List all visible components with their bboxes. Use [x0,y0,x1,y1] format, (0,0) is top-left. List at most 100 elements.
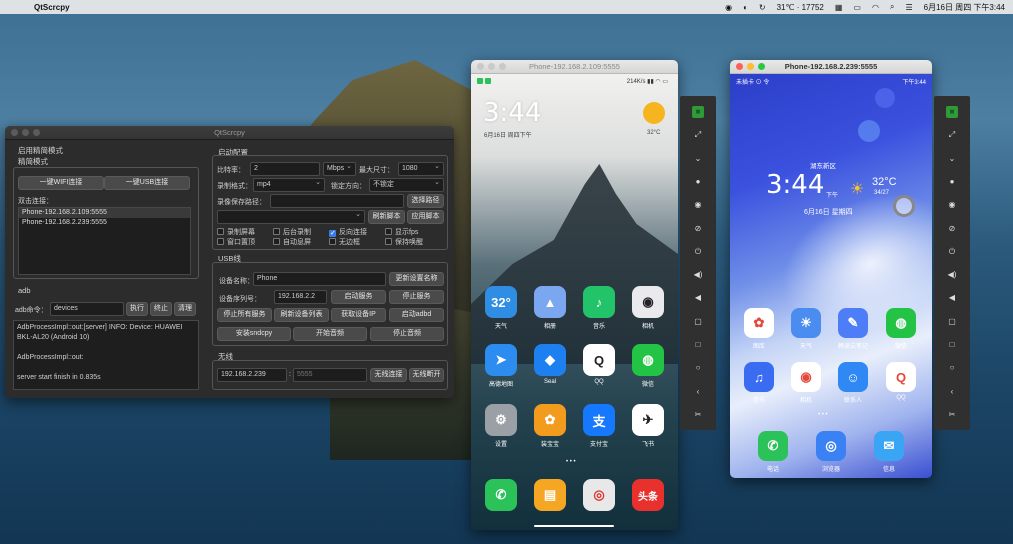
back-square-icon[interactable]: □ [692,339,704,351]
recent-apps-icon[interactable]: ▢ [692,316,704,328]
expand-icon[interactable]: ⌄ [692,153,704,165]
wireless-disconnect-button[interactable]: 无线断开 [409,368,444,382]
record-path-input[interactable] [270,194,404,208]
app-icon[interactable]: ◉ [791,362,821,392]
screenshot-icon[interactable]: ✂ [946,409,958,421]
record-icon[interactable]: ● [692,176,704,188]
qtscrcpy-titlebar[interactable]: QtScrcpy [5,126,454,140]
clear-button[interactable]: 清理 [174,302,196,316]
dock-app-icon[interactable]: ▤ [534,479,566,511]
app-icon[interactable]: ♪ [583,286,615,318]
cpu-status[interactable]: 31℃ · 17752 [777,3,824,12]
script-select[interactable] [217,210,365,224]
cat-icon[interactable]: ◐ [743,3,748,12]
get-device-ip-button[interactable]: 获取设备IP [331,308,386,322]
eye-icon[interactable]: ◉ [692,199,704,211]
app-icon[interactable]: ◆ [534,344,566,376]
back-square-icon[interactable]: □ [946,339,958,351]
app-icon[interactable]: ♫ [744,362,774,392]
dock-app-icon[interactable]: ◎ [583,479,615,511]
bitrate-unit-select[interactable]: Mbps [323,162,356,176]
screenshot-icon[interactable]: ✂ [692,409,704,421]
device-list[interactable]: Phone-192.168.2.109:5555 Phone-192.168.2… [18,207,191,275]
home-indicator[interactable] [534,525,614,527]
search-icon[interactable]: ⌕ [890,2,894,12]
wifi-connect-button[interactable]: 一键WIFI连接 [18,176,104,190]
app-icon[interactable]: ◍ [632,344,664,376]
start-audio-button[interactable]: 开始音频 [293,327,367,341]
app-icon[interactable]: ✿ [534,404,566,436]
volume-up-icon[interactable]: ◀) [946,269,958,281]
phone1-titlebar[interactable]: Phone-192.168.2.109:5555 [471,60,678,74]
fullscreen-icon[interactable]: ⤢ [946,129,958,141]
select-path-button[interactable]: 选择路径 [407,194,444,208]
clock[interactable]: 6月16日 周四 下午3:44 [924,2,1005,13]
start-adbd-button[interactable]: 启动adbd [389,308,444,322]
port-input[interactable]: 5555 [293,368,367,382]
update-name-button[interactable]: 更新设置名称 [389,272,444,286]
circle-home-icon[interactable]: ○ [692,362,704,374]
refresh-script-button[interactable]: 刷新脚本 [368,210,405,224]
app-icon[interactable]: ◍ [886,308,916,338]
dock-app-icon[interactable]: 头条 [632,479,664,511]
volume-down-icon[interactable]: ◀ [946,292,958,304]
back-arrow-icon[interactable]: ‹ [946,386,958,398]
dock-app-icon[interactable]: ✆ [758,431,788,461]
checkbox-always-on-top[interactable]: 窗口置顶 [217,237,255,247]
floating-ball[interactable] [875,88,895,108]
checkbox-reverse-connect[interactable]: ✓ 反向连接 [329,227,367,237]
install-sndcpy-button[interactable]: 安装sndcpy [217,327,291,341]
app-icon[interactable]: ▲ [534,286,566,318]
stop-service-button[interactable]: 停止服务 [389,290,444,304]
usb-connect-button[interactable]: 一键USB连接 [104,176,190,190]
phone2-titlebar[interactable]: Phone-192.168.2.239:5555 [730,60,932,74]
record-format-select[interactable]: mp4 [253,178,325,192]
checkbox-record-screen[interactable]: 录制屏幕 [217,227,255,237]
record-icon[interactable]: ● [946,176,958,188]
app-icon[interactable]: ⚙ [485,404,517,436]
eye-icon[interactable]: ◉ [946,199,958,211]
app-icon[interactable]: 支 [583,404,615,436]
app-icon[interactable]: ☺ [838,362,868,392]
stop-button[interactable]: 终止 [150,302,172,316]
stop-audio-button[interactable]: 停止音频 [370,327,444,341]
bitrate-input[interactable]: 2 [250,162,320,176]
app-icon[interactable]: Q [583,344,615,376]
app-icon[interactable]: Q [886,362,916,392]
dock-app-icon[interactable]: ✉ [874,431,904,461]
control-center-icon[interactable]: ☰ [905,3,912,12]
assistive-touch[interactable] [893,195,915,217]
app-icon[interactable]: 32° [485,286,517,318]
power-icon[interactable]: ⏻ [946,246,958,258]
power-icon[interactable]: ⏻ [692,246,704,258]
eye-off-icon[interactable]: ⊘ [692,223,704,235]
device-list-item[interactable]: Phone-192.168.2.239:5555 [19,218,190,228]
refresh-device-list-button[interactable]: 刷新设备列表 [274,308,329,322]
battery-icon[interactable]: ▭ [853,3,861,12]
max-size-select[interactable]: 1080 [398,162,444,176]
checkbox-auto-screen-off[interactable]: 自动息屏 [273,237,311,247]
floating-ball[interactable] [858,120,880,142]
eye-off-icon[interactable]: ⊘ [946,223,958,235]
phone1-screen[interactable]: 214K/s ▮▮ ◠ ▭ 3:44 6月16日 周四下午 32°C 32° 天气… [471,74,678,530]
start-service-button[interactable]: 启动服务 [331,290,386,304]
app-icon[interactable]: ➤ [485,344,517,376]
fullscreen-icon[interactable]: ⤢ [692,129,704,141]
device-name-input[interactable]: Phone [253,272,386,286]
app-icon[interactable]: ☀ [791,308,821,338]
app-icon[interactable]: ✎ [838,308,868,338]
dock-app-icon[interactable]: ✆ [485,479,517,511]
phone2-screen[interactable]: 未插卡 ⊙ 令 下午3:44 湖东新区 3:44 下午 ☀ 32°C 34/27… [730,74,932,478]
grid-icon[interactable]: ▦ [835,3,843,12]
apply-script-button[interactable]: 应用脚本 [407,210,444,224]
expand-icon[interactable]: ⌄ [946,153,958,165]
volume-up-icon[interactable]: ◀) [692,269,704,281]
exec-button[interactable]: 执行 [126,302,148,316]
checkbox-show-fps[interactable]: 显示fps [385,227,418,237]
home-icon[interactable]: ■ [946,106,958,118]
stop-all-services-button[interactable]: 停止所有服务 [217,308,272,322]
volume-down-icon[interactable]: ◀ [692,292,704,304]
wireless-connect-button[interactable]: 无线连接 [370,368,407,382]
circle-home-icon[interactable]: ○ [946,362,958,374]
recent-apps-icon[interactable]: ▢ [946,316,958,328]
